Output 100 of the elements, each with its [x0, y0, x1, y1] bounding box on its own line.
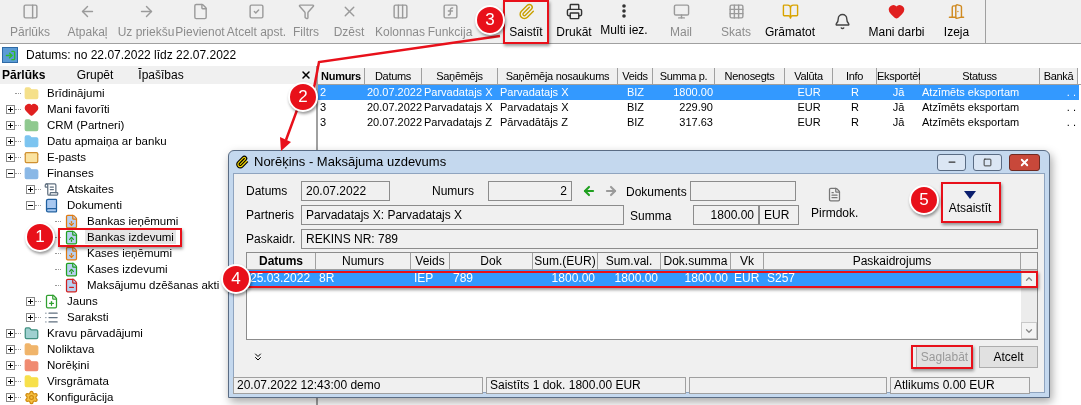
column-header[interactable]: Vk [731, 253, 764, 269]
pane-tab[interactable]: Pārlūks [0, 66, 62, 84]
column-header[interactable]: Datums [365, 68, 422, 84]
expand-toggle[interactable] [5, 120, 15, 130]
toolbar-button[interactable]: Saistīt [506, 1, 546, 42]
column-header[interactable]: Numurs [316, 253, 411, 269]
tree-item[interactable]: Atskaites [65, 182, 116, 196]
minimize-button[interactable] [937, 153, 966, 171]
column-header[interactable]: Paskaidrojums [764, 253, 1021, 269]
unlink-button[interactable]: Atsaistīt [943, 186, 997, 222]
tree-item[interactable]: CRM (Partneri) [45, 118, 127, 132]
table-cell: Parvadatajs X [500, 86, 569, 98]
tree-item[interactable]: Dokumenti [65, 198, 124, 212]
document-field[interactable] [690, 181, 796, 201]
expand-toggle[interactable] [5, 344, 15, 354]
tree-item[interactable]: Konfigurācija [45, 390, 116, 404]
expand-chevron-icon[interactable] [252, 351, 264, 363]
printer-icon [565, 2, 583, 20]
column-header[interactable]: Veids [618, 68, 653, 84]
highlight-frame [941, 182, 1001, 223]
column-header[interactable]: Valūta [785, 68, 833, 84]
expand-toggle[interactable] [5, 376, 15, 386]
partner-field[interactable]: Parvadatajs X: Parvadatajs X [301, 205, 624, 225]
collapse-toggle[interactable] [25, 200, 35, 210]
column-header[interactable]: Sum.val. [598, 253, 661, 269]
previous-arrow-icon[interactable] [582, 184, 596, 198]
table-cell: 8R [319, 271, 335, 285]
door-icon [948, 2, 965, 20]
column-header[interactable]: Sum.(EUR) [533, 253, 598, 269]
table-row[interactable]: 3 20.07.2022 Parvadatajs Z Pārvadātājs Z BIZ 317.63 EUR R Jā Atzīmēts eksportam . . [318, 115, 1079, 130]
expand-toggle[interactable] [25, 184, 35, 194]
pane-tab[interactable]: Grupēt [62, 66, 128, 84]
column-header[interactable]: Summa p. [653, 68, 715, 84]
tree-item[interactable]: Norēķini [45, 358, 92, 372]
toolbar-button[interactable]: Grāmatot [760, 1, 820, 42]
expand-toggle[interactable] [5, 152, 15, 162]
expand-toggle[interactable] [25, 296, 35, 306]
column-header[interactable]: Saņēmēja nosaukums [498, 68, 618, 84]
close-button[interactable] [1009, 153, 1040, 171]
column-header[interactable]: Numurs [318, 68, 365, 84]
column-header[interactable]: Dok.summa [661, 253, 731, 269]
currency-field[interactable]: EUR [759, 205, 799, 225]
column-header[interactable]: Datums [247, 253, 316, 269]
table-cell: Atzīmēts eksportam [922, 101, 1020, 113]
column-header[interactable]: Dok [450, 253, 533, 269]
expand-toggle[interactable] [5, 136, 15, 146]
column-header[interactable]: Bankā [1040, 68, 1078, 84]
tree-item[interactable]: Datu apmaiņa ar banku [45, 134, 169, 148]
toolbar-button[interactable]: Drukāt [550, 1, 598, 42]
tree-item[interactable]: Saraksti [65, 310, 111, 324]
pane-tab[interactable]: Īpašības [128, 66, 194, 84]
maximize-button[interactable] [973, 153, 1002, 171]
table-row[interactable]: 3 20.07.2022 Parvadatajs X Parvadatajs X BIZ 229.90 EUR R Jā Atzīmēts eksportam . . [318, 100, 1079, 115]
toolbar-button[interactable]: Multi iez. [598, 1, 650, 42]
tree-item[interactable]: Maksājumu dzēšanas akti [85, 278, 222, 292]
column-header[interactable]: Saņēmējs [422, 68, 498, 84]
source-document-button[interactable]: Pirmdok. [811, 187, 859, 225]
column-header[interactable]: Statuss [920, 68, 1040, 84]
expand-toggle[interactable] [5, 328, 15, 338]
tree-item[interactable]: E-pasts [45, 150, 88, 164]
column-header[interactable]: Nenosegts [715, 68, 785, 84]
collapse-toggle[interactable] [5, 168, 15, 178]
table-cell: 789 [453, 271, 474, 285]
date-field[interactable]: 20.07.2022 [301, 181, 390, 201]
tree-item[interactable]: Kravu pārvadājumi [45, 326, 145, 340]
tree-item[interactable]: Mani favorīti [45, 102, 112, 116]
column-header[interactable]: Info [833, 68, 877, 84]
close-icon[interactable] [300, 69, 312, 81]
plus-icon [26, 185, 34, 193]
sum-field[interactable]: 1800.00 [693, 205, 759, 225]
tree-item[interactable]: Kases izdevumi [85, 262, 170, 276]
tree-item[interactable]: Finanses [45, 166, 96, 180]
scrollbar[interactable] [1021, 270, 1037, 339]
expand-toggle[interactable] [5, 360, 15, 370]
note-field[interactable]: REKINS NR: 789 [301, 229, 1038, 249]
toolbar-button[interactable]: Mani darbi [865, 1, 928, 42]
table-cell: Jā [892, 86, 905, 98]
tree-item[interactable]: Kases ieņēmumi [85, 246, 174, 260]
table-cell: 25.03.2022 [250, 271, 311, 285]
status-text: 20.07.2022 12:43:00 demo [237, 378, 381, 392]
toolbar-button[interactable]: Izeja [928, 1, 985, 42]
book-icon [43, 197, 59, 213]
expand-toggle[interactable] [5, 104, 15, 114]
tree-item[interactable]: Jauns [65, 294, 100, 308]
tree-item[interactable]: Virsgrāmata [45, 374, 111, 388]
number-field[interactable]: 2 [488, 181, 572, 201]
cancel-button[interactable]: Atcelt [979, 346, 1038, 368]
table-cell: 20.07.2022 [367, 86, 423, 98]
expand-toggle[interactable] [25, 312, 35, 322]
tree-item[interactable]: Bankas ieņēmumi [85, 214, 181, 228]
column-header[interactable]: Eksportēt [877, 68, 920, 84]
status-text: Atlikums 0.00 EUR [894, 378, 995, 392]
document-arrow-icon [63, 261, 79, 277]
tree-item[interactable]: Bankas izdevumi [85, 230, 176, 244]
tree-item[interactable]: Noliktava [45, 342, 97, 356]
tree-item[interactable]: Brīdinājumi [45, 86, 107, 100]
column-header[interactable]: Veids [411, 253, 450, 269]
table-cell: 3 [320, 101, 327, 113]
expand-toggle[interactable] [5, 392, 15, 402]
table-cell: Parvadatajs Z [424, 116, 492, 128]
